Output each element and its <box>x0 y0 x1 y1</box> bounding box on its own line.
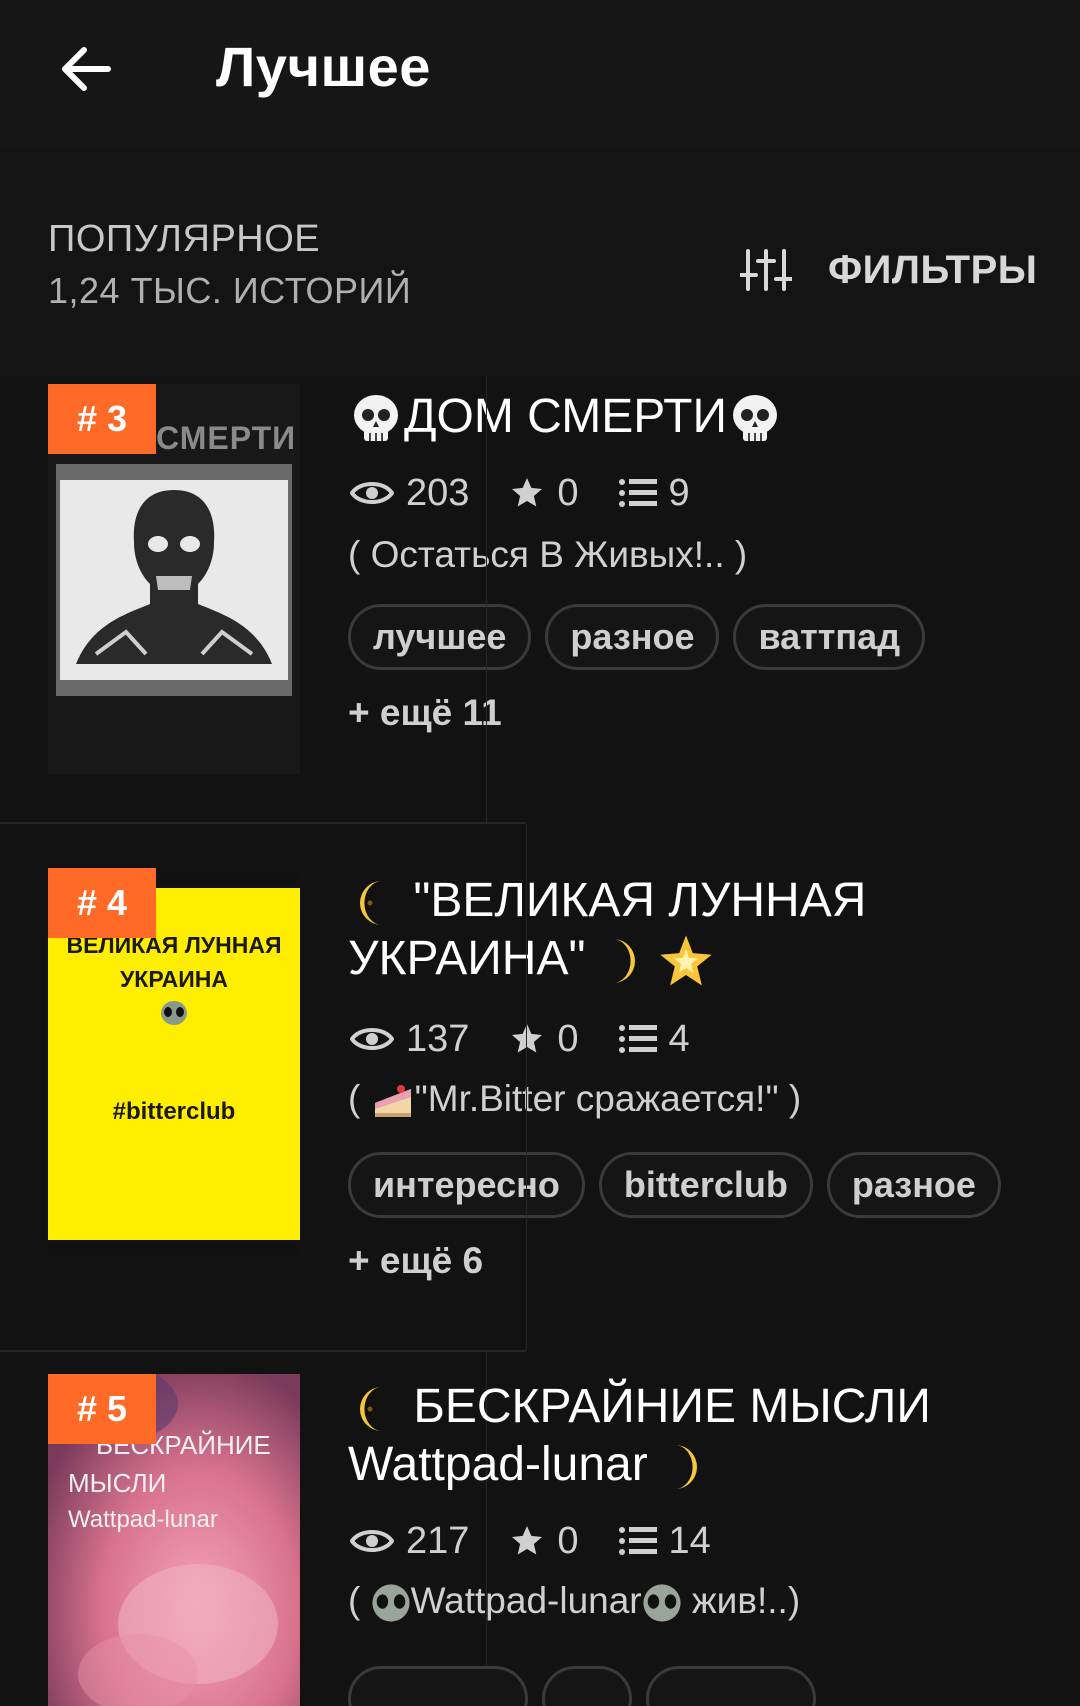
glowing-star-icon <box>660 935 712 986</box>
story-description: ( Остаться В Живых!.. ) <box>348 534 748 575</box>
story-title-line: "ВЕЛИКАЯ ЛУННАЯ <box>413 874 867 927</box>
rank-badge: # 5 <box>48 1374 156 1444</box>
cover-text: УКРАИНА <box>119 966 229 992</box>
story-title-line: УКРАИНА" <box>348 932 586 985</box>
views-stat: 217 <box>350 1520 469 1563</box>
section-header: ПОПУЛЯРНОЕ 1,24 ТЫС. ИСТОРИЙ ФИЛЬТРЫ <box>0 148 1080 376</box>
eye-icon <box>350 1530 394 1552</box>
arrow-left-icon <box>62 47 111 91</box>
skull-icon <box>354 395 398 442</box>
cover-hashtag: #bitterclub <box>112 1098 236 1125</box>
back-button[interactable] <box>50 36 120 102</box>
parts-count: 4 <box>668 1017 690 1060</box>
app-bar: Лучшее <box>0 0 1080 148</box>
quote-text: жив!..) <box>681 1580 801 1621</box>
alien-icon <box>643 1584 681 1622</box>
votes-count: 0 <box>557 471 579 514</box>
story-stats: 137 0 4 <box>350 1014 730 1064</box>
tag-chip[interactable]: bitterclub <box>598 1152 813 1218</box>
alien-icon <box>161 1001 187 1025</box>
tag-chip[interactable]: лучшее <box>348 604 532 670</box>
star-icon <box>512 1024 543 1053</box>
story-description: ( "Mr.Bitter сражается!" ) <box>348 1078 801 1121</box>
crescent-moon-icon <box>360 881 382 926</box>
story-card[interactable]: СМЕРТИ # 3 ДОМ СМЕРТИ 203 0 9 (Остаться… <box>0 376 1080 822</box>
cover-skeleton-image <box>56 464 292 696</box>
list-icon <box>618 1025 657 1053</box>
views-count: 137 <box>406 1017 470 1060</box>
divider <box>486 376 487 822</box>
quote-text: "Mr.Bitter сражается!" ) <box>414 1078 802 1119</box>
list-icon <box>618 1527 657 1555</box>
votes-stat: 0 <box>509 1519 579 1563</box>
story-title-text: ДОМ СМЕРТИ <box>404 390 727 443</box>
rank-badge: # 3 <box>48 384 156 454</box>
filters-button[interactable]: ФИЛЬТРЫ <box>740 240 1037 300</box>
more-tags-link[interactable]: + ещё 11 <box>348 692 502 734</box>
tag-chip[interactable] <box>646 1666 816 1706</box>
story-card[interactable]: БЕСКРАЙНИЕ МЫСЛИ Wattpad-lunar # 5 БЕСКР… <box>0 1352 1080 1706</box>
rank-badge: # 4 <box>48 868 156 938</box>
tag-chip[interactable]: ваттпад <box>733 604 926 670</box>
parts-stat: 14 <box>618 1519 711 1563</box>
divider <box>526 824 527 1350</box>
views-count: 203 <box>406 471 470 514</box>
cover-text: МЫСЛИ <box>68 1468 167 1498</box>
votes-count: 0 <box>557 1017 579 1060</box>
story-title: ДОМ СМЕРТИ <box>348 388 1048 447</box>
parts-stat: 4 <box>618 1017 690 1061</box>
skull-icon <box>732 395 777 442</box>
story-stats: 203 0 9 <box>350 468 730 518</box>
story-title: "ВЕЛИКАЯ ЛУННАЯ УКРАИНА" <box>348 872 1048 989</box>
story-list: СМЕРТИ # 3 ДОМ СМЕРТИ 203 0 9 (Остаться… <box>0 376 1080 1706</box>
eye-icon <box>350 1028 394 1050</box>
tag-list: интересно bitterclub разное <box>348 1152 1015 1218</box>
quote-open: ( <box>348 1078 361 1119</box>
cake-icon <box>374 1085 411 1118</box>
moon-icon <box>612 939 635 984</box>
story-count: 1,24 ТЫС. ИСТОРИЙ <box>48 270 412 311</box>
story-description: ( Wattpad-lunar жив!..) <box>348 1580 800 1623</box>
story-title-line: БЕСКРАЙНИЕ МЫСЛИ <box>413 1380 931 1433</box>
parts-stat: 9 <box>618 471 690 515</box>
filters-label: ФИЛЬТРЫ <box>828 247 1038 292</box>
section-title: ПОПУЛЯРНОЕ <box>48 218 321 260</box>
votes-stat: 0 <box>509 471 579 515</box>
story-title: БЕСКРАЙНИЕ МЫСЛИ Wattpad-lunar <box>348 1378 1048 1494</box>
sliders-icon <box>740 249 792 291</box>
alien-icon <box>372 1584 410 1622</box>
tag-chip[interactable]: интересно <box>348 1152 585 1218</box>
tag-list: лучшее разное ваттпад <box>348 604 939 670</box>
story-stats: 217 0 14 <box>350 1516 751 1566</box>
views-count: 217 <box>406 1519 470 1562</box>
page-title: Лучшее <box>216 35 431 98</box>
crescent-moon-icon <box>360 1387 382 1432</box>
tag-chip[interactable] <box>348 1666 528 1706</box>
views-stat: 203 <box>350 472 469 515</box>
views-stat: 137 <box>350 1018 469 1061</box>
tag-chip[interactable] <box>542 1666 632 1706</box>
tag-chip[interactable]: разное <box>826 1152 1001 1218</box>
parts-count: 9 <box>668 471 690 514</box>
tag-chip[interactable]: разное <box>545 604 720 670</box>
story-title-line: Wattpad-lunar <box>348 1438 648 1491</box>
moon-icon <box>675 1445 698 1490</box>
list-icon <box>618 479 657 507</box>
star-icon <box>512 1526 543 1555</box>
votes-count: 0 <box>557 1519 579 1562</box>
votes-stat: 0 <box>509 1017 579 1061</box>
quote-open: ( <box>348 1580 361 1621</box>
story-card[interactable]: ВЕЛИКАЯ ЛУННАЯ УКРАИНА #bitterclub # 4 "… <box>0 824 1080 1350</box>
cover-text: Wattpad-lunar <box>68 1506 218 1533</box>
more-tags-link[interactable]: + ещё 6 <box>348 1240 483 1282</box>
cover-text: СМЕРТИ <box>156 420 297 456</box>
eye-icon <box>350 482 394 504</box>
parts-count: 14 <box>668 1519 711 1562</box>
tag-list <box>348 1666 830 1706</box>
quote-text: Wattpad-lunar <box>410 1580 642 1621</box>
star-icon <box>512 478 543 507</box>
